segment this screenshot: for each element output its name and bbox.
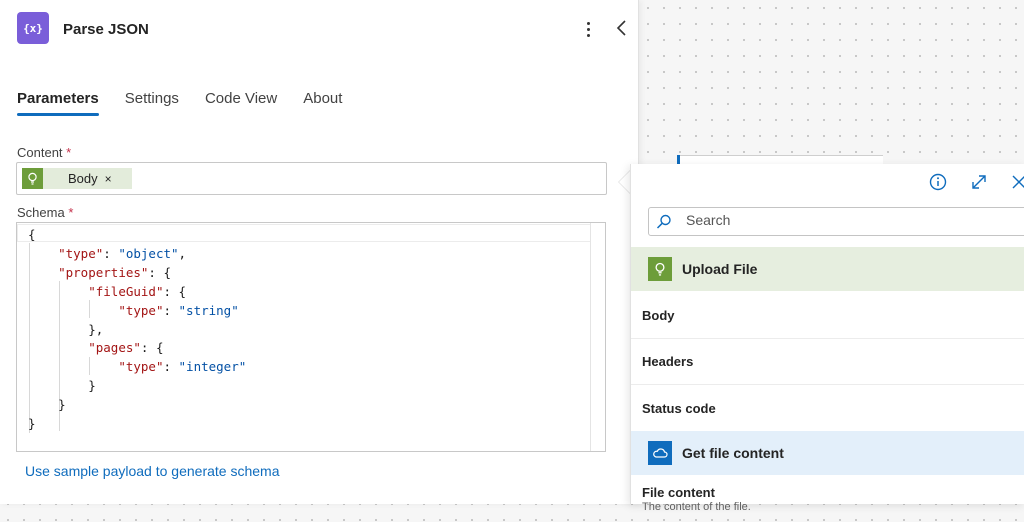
item-label: File content <box>642 485 715 500</box>
onedrive-cloud-icon <box>648 441 672 465</box>
editor-scrollbar[interactable] <box>590 223 605 451</box>
item-headers[interactable]: Headers <box>631 338 1024 385</box>
item-label: Body <box>642 308 675 323</box>
expand-icon[interactable] <box>969 172 989 192</box>
dynamic-content-flyout: Upload File Body Headers Status code Get… <box>630 164 1024 513</box>
section-title: Upload File <box>682 261 758 277</box>
remove-token-icon[interactable]: × <box>105 172 112 186</box>
item-file-content[interactable]: File content The content of the file. <box>631 476 1024 522</box>
content-input[interactable]: Body × <box>16 162 607 195</box>
tab-about[interactable]: About <box>303 90 342 116</box>
action-details-panel: {x} Parse JSON Parameters Settings Code … <box>0 0 639 504</box>
section-upload-file[interactable]: Upload File <box>631 247 1024 291</box>
schema-editor[interactable]: { "type": "object", "properties": { "fil… <box>16 222 606 452</box>
required-mark: * <box>66 145 72 160</box>
action-icon-text: {x} <box>23 21 43 35</box>
tab-code-view[interactable]: Code View <box>205 90 277 116</box>
schema-label: Schema * <box>17 205 73 220</box>
chevron-left-icon[interactable] <box>612 17 630 39</box>
parse-json-icon: {x} <box>17 12 49 44</box>
search-input[interactable] <box>686 212 1006 228</box>
content-label-text: Content <box>17 145 63 160</box>
spreadsheet-bulb-icon <box>648 257 672 281</box>
schema-label-text: Schema <box>17 205 65 220</box>
item-body[interactable]: Body <box>631 292 1024 339</box>
item-status-code[interactable]: Status code <box>631 385 1024 431</box>
section-get-file-content[interactable]: Get file content <box>631 431 1024 475</box>
info-icon[interactable] <box>928 172 948 192</box>
tab-settings[interactable]: Settings <box>125 90 179 116</box>
item-label: Status code <box>642 401 716 416</box>
section-title: Get file content <box>682 445 784 461</box>
action-title[interactable]: Parse JSON <box>63 21 149 38</box>
body-token[interactable]: Body × <box>22 168 132 189</box>
tab-parameters[interactable]: Parameters <box>17 90 99 116</box>
tab-list: Parameters Settings Code View About <box>17 90 368 116</box>
item-description: The content of the file. <box>642 501 751 513</box>
item-label: Headers <box>642 354 694 369</box>
dynamic-content-search[interactable] <box>648 207 1024 236</box>
close-icon[interactable] <box>1009 172 1024 192</box>
sample-payload-link[interactable]: Use sample payload to generate schema <box>25 463 279 479</box>
bulb-icon <box>22 168 43 189</box>
token-label: Body <box>68 171 98 186</box>
schema-code[interactable]: { "type": "object", "properties": { "fil… <box>28 226 246 434</box>
search-icon <box>656 214 671 229</box>
required-mark: * <box>68 205 74 220</box>
content-label: Content * <box>17 145 71 160</box>
more-options-icon[interactable] <box>580 18 596 40</box>
